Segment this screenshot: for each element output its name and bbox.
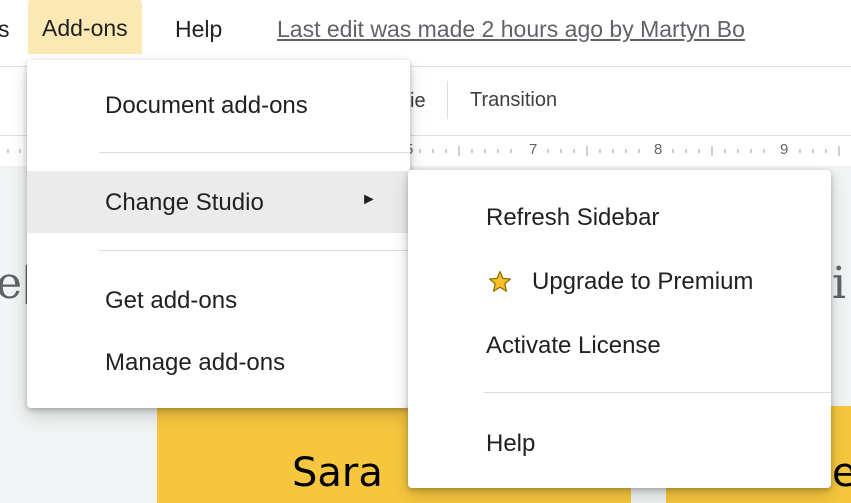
- menu-item-change-studio[interactable]: Change Studio ►: [27, 171, 410, 233]
- card-text-right: e: [832, 450, 851, 496]
- menubar-item-addons[interactable]: Add-ons: [28, 0, 142, 54]
- menubar-item-help[interactable]: Help: [175, 16, 222, 43]
- submenu-divider: [484, 392, 831, 393]
- menu-item-get-addons[interactable]: Get add-ons: [27, 269, 410, 331]
- menu-divider: [99, 152, 410, 153]
- transition-button[interactable]: Transition: [470, 89, 557, 112]
- star-icon: [489, 270, 511, 292]
- submenu-item-label: Activate License: [486, 332, 661, 359]
- last-edit-link[interactable]: Last edit was made 2 hours ago by Martyn…: [277, 16, 745, 43]
- ruler-number: 9: [780, 141, 789, 158]
- submenu-item-help[interactable]: Help: [408, 414, 831, 472]
- submenu-item-upgrade-premium[interactable]: Upgrade to Premium: [408, 252, 831, 310]
- ruler-number: 8: [654, 141, 663, 158]
- submenu-item-label: Upgrade to Premium: [532, 268, 754, 295]
- menu-divider: [99, 250, 410, 251]
- menu-item-document-addons[interactable]: Document add-ons: [27, 74, 410, 136]
- menu-item-manage-addons[interactable]: Manage add-ons: [27, 331, 410, 393]
- submenu-item-refresh-sidebar[interactable]: Refresh Sidebar: [408, 188, 831, 246]
- menubar-item-previous[interactable]: s: [0, 16, 10, 43]
- card-text-left: Sara: [292, 450, 383, 496]
- ruler-number: 7: [529, 141, 538, 158]
- menu-item-label: Change Studio: [105, 189, 264, 216]
- submenu-item-activate-license[interactable]: Activate License: [408, 316, 831, 374]
- slide-text-right: i: [832, 258, 847, 309]
- submenu-arrow-icon: ►: [361, 191, 377, 208]
- change-studio-submenu: Refresh Sidebar Upgrade to Premium Activ…: [408, 170, 831, 488]
- addons-dropdown-menu: Document add-ons Change Studio ► Get add…: [27, 60, 410, 408]
- toolbar-button-partial[interactable]: ie: [410, 90, 426, 113]
- menu-item-label: Document add-ons: [105, 92, 308, 119]
- menu-item-label: Get add-ons: [105, 287, 238, 314]
- submenu-item-label: Help: [486, 430, 536, 457]
- menu-bar: s Add-ons Help Last edit was made 2 hour…: [0, 0, 851, 58]
- menu-item-label: Manage add-ons: [105, 349, 286, 376]
- submenu-item-label: Refresh Sidebar: [486, 204, 660, 231]
- toolbar-separator: [447, 81, 448, 119]
